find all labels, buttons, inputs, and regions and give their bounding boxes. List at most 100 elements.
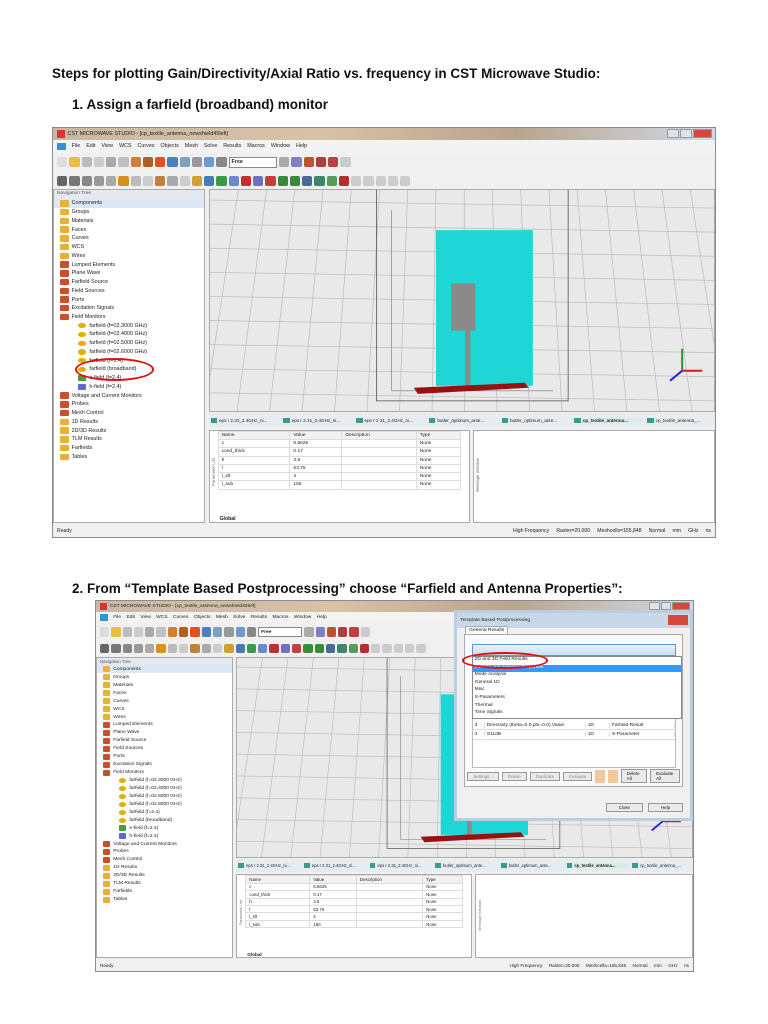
- toolbar-icon[interactable]: [224, 644, 234, 654]
- tree-item[interactable]: Farfields: [54, 444, 204, 453]
- toolbar-icon[interactable]: [190, 627, 200, 637]
- toolbar-icon[interactable]: [100, 644, 110, 654]
- column-header[interactable]: Description: [355, 875, 424, 884]
- table-row[interactable]: c 6.5625 None: [245, 882, 464, 892]
- toolbar-icon[interactable]: [240, 175, 251, 186]
- dialog-button-settings-[interactable]: Settings...: [467, 771, 499, 781]
- toolbar-icon[interactable]: [382, 644, 392, 654]
- toolbar-icon[interactable]: [416, 644, 426, 654]
- document-tab[interactable]: eps r 2.31_2.4GHz_ni...: [281, 417, 351, 424]
- close-button[interactable]: Close: [605, 803, 643, 812]
- dialog-close-button[interactable]: [668, 615, 688, 626]
- dialog-button-evaluate[interactable]: Evaluate: [563, 771, 593, 781]
- tree-item[interactable]: Field Sources: [97, 745, 232, 753]
- toolbar-icon[interactable]: [360, 627, 371, 637]
- table-row[interactable]: l 53.75 None: [245, 904, 464, 914]
- results-row[interactable]: 4 S11dB 1D S-Parameter: [472, 730, 675, 740]
- table-cell[interactable]: None: [422, 919, 464, 929]
- menu-file[interactable]: File: [72, 143, 81, 149]
- toolbar-icon[interactable]: [145, 644, 155, 654]
- tree-item[interactable]: farfield (f=02.6000 GHz): [97, 800, 232, 808]
- table-cell[interactable]: None: [415, 439, 462, 449]
- toolbar-icon[interactable]: [57, 157, 68, 168]
- table-cell[interactable]: cond_thick: [245, 889, 311, 899]
- toolbar-icon[interactable]: [179, 644, 189, 654]
- toolbar-icon[interactable]: [393, 644, 404, 654]
- document-tab[interactable]: butler_optimum_ante...: [433, 863, 496, 868]
- tree-item[interactable]: WCS: [97, 705, 232, 713]
- tree-item[interactable]: Field Monitors: [97, 769, 232, 777]
- tree-item[interactable]: Lumped Elements: [97, 721, 232, 729]
- tree-item[interactable]: farfield (f=2.4): [97, 808, 232, 816]
- table-cell[interactable]: c: [245, 882, 311, 892]
- table-row[interactable]: h 3.5 None: [217, 455, 462, 465]
- menu-view[interactable]: View: [101, 143, 113, 149]
- tree-item[interactable]: Materials: [97, 681, 232, 689]
- tree-item[interactable]: Curves: [97, 697, 232, 705]
- toolbar-icon[interactable]: [291, 157, 302, 168]
- tree-item[interactable]: Farfield Source: [97, 737, 232, 745]
- table-cell[interactable]: [355, 919, 424, 929]
- app-menu-icon[interactable]: [57, 142, 66, 151]
- toolbar-icon[interactable]: [100, 627, 110, 637]
- toolbar-icon[interactable]: [155, 175, 166, 186]
- table-row[interactable]: cond_thick 0.17 None: [217, 447, 462, 457]
- table-cell[interactable]: h: [245, 897, 311, 907]
- toolbar-icon[interactable]: [179, 627, 189, 637]
- tree-item[interactable]: Probes: [97, 848, 232, 856]
- toolbar-icon[interactable]: [167, 175, 178, 186]
- toolbar-icon[interactable]: [349, 627, 359, 637]
- tree-item[interactable]: Groups: [97, 673, 232, 681]
- table-cell[interactable]: l_sub: [245, 919, 311, 929]
- tree-item[interactable]: Faces: [97, 689, 232, 697]
- 3d-viewport[interactable]: [171, 169, 715, 413]
- tree-item[interactable]: h-field (f=2.4): [54, 383, 204, 392]
- toolbar-icon[interactable]: [179, 157, 190, 168]
- maximize-button[interactable]: [679, 129, 692, 138]
- toolbar-icon[interactable]: [179, 175, 190, 186]
- dialog-button-delete-all[interactable]: Delete All: [620, 769, 648, 784]
- tree-item[interactable]: TLM Results: [97, 880, 232, 888]
- toolbar-icon[interactable]: [142, 157, 153, 168]
- toolbar-icon[interactable]: [246, 627, 257, 637]
- tree-item[interactable]: farfield (f=02.3000 GHz): [54, 321, 204, 330]
- table-row[interactable]: cond_thick 0.17 None: [245, 889, 464, 899]
- tree-item[interactable]: Wires: [97, 713, 232, 721]
- column-header[interactable]: Type: [415, 430, 462, 441]
- table-cell[interactable]: l: [245, 904, 311, 914]
- toolbar-icon[interactable]: [57, 175, 68, 186]
- toolbar-icon[interactable]: [111, 644, 121, 654]
- tree-item[interactable]: Excitation Signals: [54, 304, 204, 313]
- table-cell[interactable]: 6.5625: [289, 439, 343, 449]
- toolbar-icon[interactable]: [212, 644, 223, 654]
- tree-item[interactable]: Ports: [54, 295, 204, 304]
- tree-item[interactable]: 2D/3D Results: [54, 426, 204, 435]
- table-cell[interactable]: [355, 889, 424, 899]
- dropdown-option[interactable]: Misc: [473, 687, 681, 695]
- toolbar-icon[interactable]: [106, 157, 117, 168]
- dropdown-option[interactable]: Time Signals: [473, 710, 681, 718]
- tree-item[interactable]: Plane Wave: [97, 729, 232, 737]
- app-menu-icon[interactable]: [100, 614, 108, 622]
- column-header[interactable]: Description: [341, 430, 417, 441]
- toolbar-icon[interactable]: [375, 175, 386, 186]
- tree-item[interactable]: Lumped Elements: [54, 260, 204, 269]
- column-header[interactable]: Value: [289, 430, 343, 441]
- dropdown-option[interactable]: Mode Analysis: [473, 672, 681, 680]
- menu-curves[interactable]: Curves: [137, 143, 154, 149]
- toolbar-icon[interactable]: [265, 175, 276, 186]
- tree-item[interactable]: farfield (broadband): [97, 816, 232, 824]
- toolbar-icon[interactable]: [340, 157, 351, 168]
- table-cell[interactable]: l_slt: [217, 472, 291, 482]
- tree-item[interactable]: TLM Results: [54, 435, 204, 444]
- menu-edit[interactable]: Edit: [126, 615, 134, 620]
- toolbar-icon[interactable]: [314, 175, 325, 186]
- table-cell[interactable]: None: [415, 480, 462, 490]
- menu-macros[interactable]: Macros: [272, 615, 288, 620]
- minimize-button[interactable]: [666, 129, 679, 138]
- toolbar-icon[interactable]: [314, 644, 324, 654]
- table-cell[interactable]: 150: [309, 919, 357, 929]
- toolbar-icon[interactable]: [328, 157, 339, 168]
- tree-item[interactable]: 1D Results: [97, 864, 232, 872]
- menu-objects[interactable]: Objects: [194, 615, 211, 620]
